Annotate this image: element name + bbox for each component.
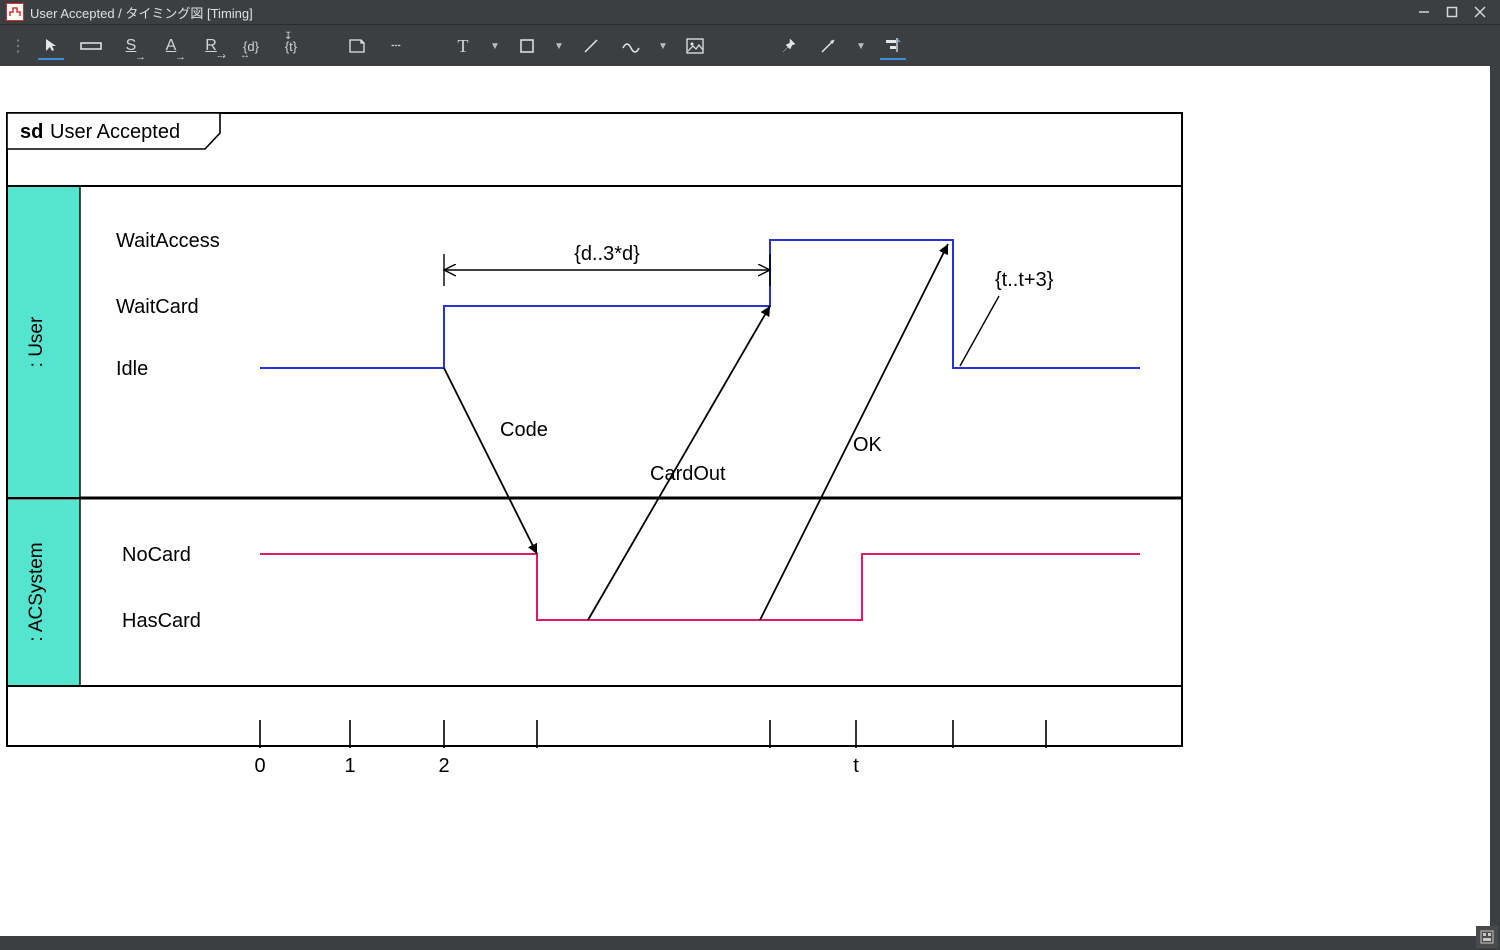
minimize-button[interactable]	[1410, 1, 1438, 23]
sync-message-tool[interactable]: S→	[118, 33, 144, 59]
user-lifeline-label: : User	[26, 316, 47, 367]
frame-name: User Accepted	[50, 121, 180, 143]
timeline-tool[interactable]	[78, 33, 104, 59]
pin-tool[interactable]	[776, 33, 802, 59]
text-tool[interactable]: T	[450, 33, 476, 59]
message-label-cardout: CardOut	[650, 463, 726, 485]
image-tool[interactable]	[682, 33, 708, 59]
acsystem-lifeline-label: : ACSystem	[26, 542, 47, 641]
frame-border	[7, 113, 1182, 746]
alignment-tool[interactable]	[880, 32, 906, 60]
select-tool[interactable]	[38, 32, 64, 60]
ruler-label: 1	[344, 755, 355, 777]
message-label-ok: OK	[853, 434, 883, 456]
async-message-tool[interactable]: A→	[158, 33, 184, 59]
connector-tool-dropdown[interactable]: ▼	[856, 41, 866, 52]
close-button[interactable]	[1466, 1, 1494, 23]
user-state-waitcard: WaitCard	[116, 296, 199, 318]
duration-constraint-label: {d..3*d}	[574, 243, 640, 265]
rectangle-tool-dropdown[interactable]: ▼	[554, 41, 564, 52]
separator-tool[interactable]: ┄	[384, 33, 410, 59]
acsystem-state-hascard: HasCard	[122, 610, 201, 632]
reply-message-tool[interactable]: R⤑	[198, 33, 224, 59]
canvas-area: sd User Accepted : User : ACSystem WaitAcces…	[0, 66, 1500, 950]
duration-constraint-tool[interactable]: {d}↔	[238, 33, 264, 59]
overview-icon[interactable]	[1476, 926, 1498, 948]
ruler-label: t	[853, 755, 859, 777]
maximize-button[interactable]	[1438, 1, 1466, 23]
ruler-label: 0	[254, 755, 265, 777]
message-label-code: Code	[500, 419, 548, 441]
ruler-label: 2	[438, 755, 449, 777]
diagram-canvas[interactable]: sd User Accepted : User : ACSystem WaitAcces…	[0, 66, 1490, 936]
line-tool[interactable]	[578, 33, 604, 59]
window-titlebar: User Accepted / タイミング図 [Timing]	[0, 0, 1500, 24]
timing-constraint-label: {t..t+3}	[995, 269, 1054, 291]
acsystem-state-nocard: NoCard	[122, 544, 191, 566]
time-constraint-tool[interactable]: ↧{t}	[278, 33, 304, 59]
connector-tool[interactable]	[816, 33, 842, 59]
text-tool-dropdown[interactable]: ▼	[490, 41, 500, 52]
user-state-idle: Idle	[116, 358, 148, 380]
toolbar: ⋮ S→ A→ R⤑ {d}↔ ↧{t} ┄ T ▼ ▼ ▼ ▼	[0, 24, 1500, 67]
rectangle-tool[interactable]	[514, 33, 540, 59]
freehand-tool-dropdown[interactable]: ▼	[658, 41, 668, 52]
frame-prefix: sd	[20, 121, 43, 143]
app-icon	[6, 3, 24, 21]
user-state-waitaccess: WaitAccess	[116, 230, 220, 252]
note-tool[interactable]	[344, 33, 370, 59]
freehand-tool[interactable]	[618, 33, 644, 59]
window-title: User Accepted / タイミング図 [Timing]	[30, 3, 1410, 22]
toolbar-grip: ⋮	[10, 36, 24, 56]
